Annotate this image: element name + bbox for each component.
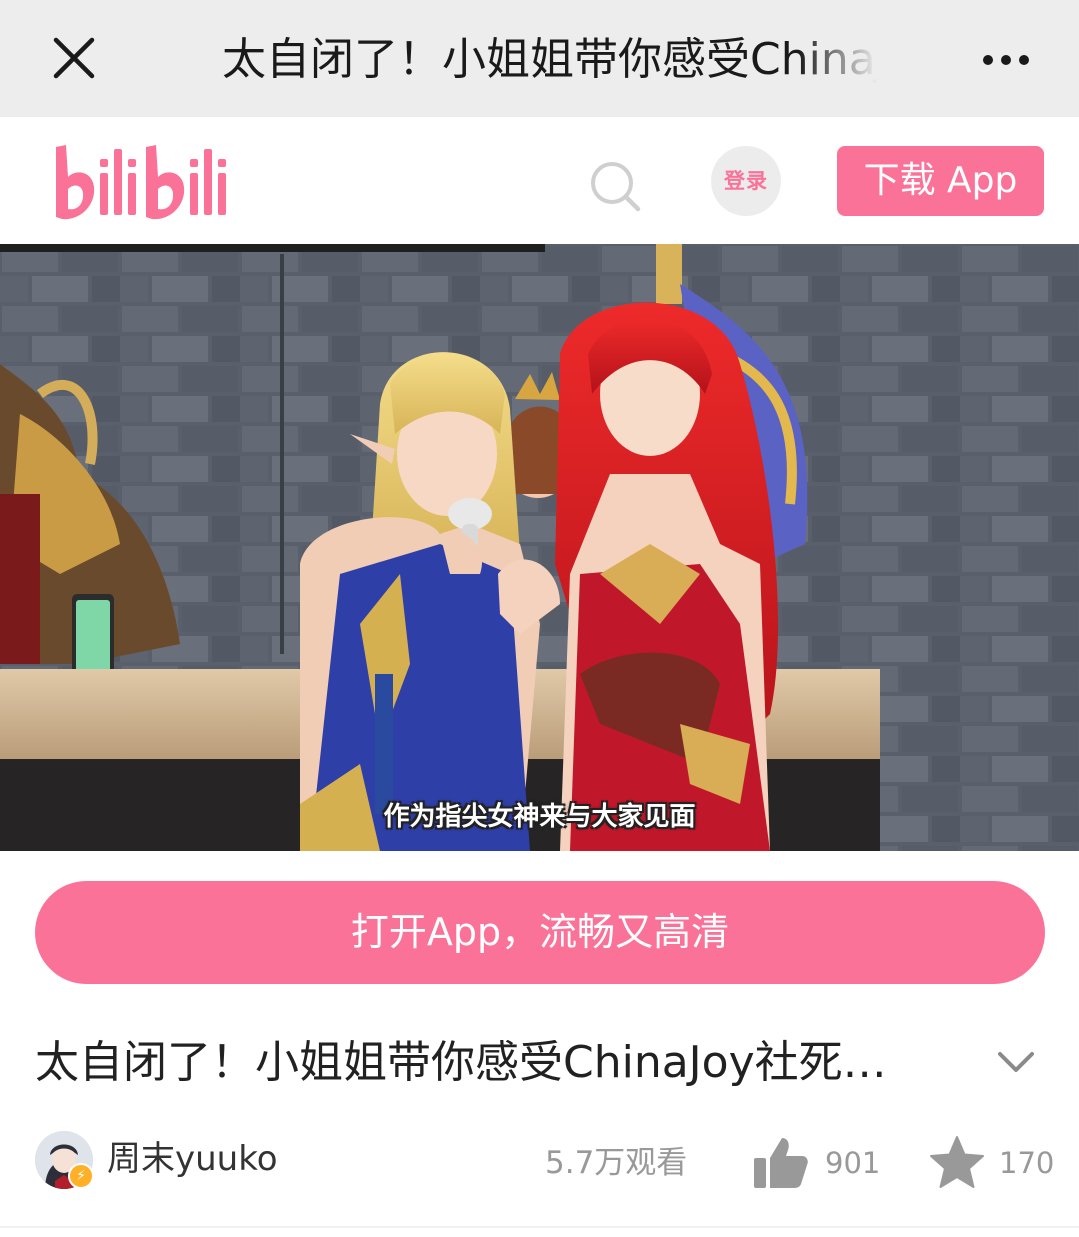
- open-app-button[interactable]: 打开App，流畅又高清: [35, 881, 1045, 984]
- divider: [0, 1226, 1079, 1228]
- login-button[interactable]: 登录: [711, 146, 781, 216]
- uploader-name[interactable]: 周末yuuko: [107, 1136, 278, 1182]
- star-icon[interactable]: [928, 1134, 986, 1192]
- like-count: 901: [825, 1146, 881, 1180]
- close-icon[interactable]: [46, 30, 102, 86]
- thumbs-up-icon[interactable]: [752, 1134, 810, 1192]
- site-header: 登录 下载 App: [0, 117, 1079, 244]
- video-title: 太自闭了！小姐姐带你感受ChinaJoy社死…: [35, 1037, 887, 1088]
- video-frame: [0, 244, 1079, 851]
- bilibili-logo[interactable]: [50, 137, 235, 225]
- search-icon[interactable]: [586, 157, 646, 217]
- view-count: 5.7万观看: [545, 1145, 688, 1181]
- chevron-down-icon[interactable]: [994, 1040, 1038, 1084]
- lightning-badge-icon: ⚡: [68, 1163, 94, 1189]
- favorite-count: 170: [999, 1146, 1055, 1180]
- page-title: 太自闭了！小姐姐带你感受ChinaJoy社死现场: [222, 34, 877, 85]
- download-app-button[interactable]: 下载 App: [837, 146, 1044, 216]
- more-dots-icon[interactable]: [976, 40, 1036, 80]
- video-player[interactable]: 作为指尖女神来与大家见面: [0, 244, 1079, 851]
- video-subtitle: 作为指尖女神来与大家见面: [383, 802, 696, 832]
- top-title-bar: 太自闭了！小姐姐带你感受ChinaJoy社死现场: [0, 0, 1079, 117]
